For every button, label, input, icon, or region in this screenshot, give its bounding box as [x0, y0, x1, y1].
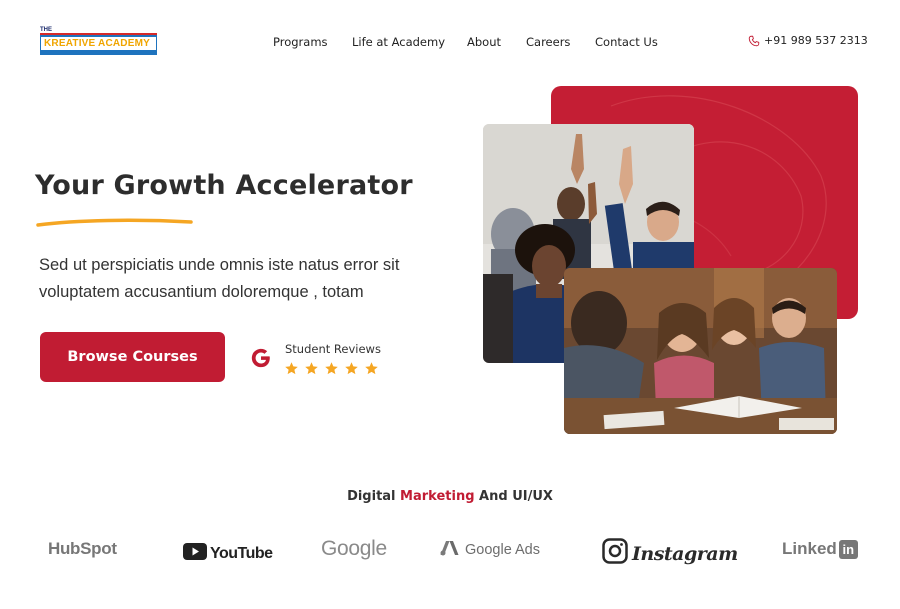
linkedin-logo: Linked in	[782, 539, 858, 559]
nav-item-careers[interactable]: Careers	[526, 35, 570, 49]
google-ads-logo-text: Google Ads	[465, 542, 540, 558]
google-logo-text: Google	[321, 537, 387, 560]
rating-stars	[284, 361, 379, 376]
linkedin-logo-text: Linked	[782, 539, 837, 558]
linkedin-in-icon: in	[838, 539, 858, 559]
youtube-logo: YouTube	[183, 543, 273, 565]
star-icon	[305, 362, 318, 375]
student-reviews-label: Student Reviews	[285, 342, 381, 356]
instagram-camera-icon	[602, 538, 628, 569]
youtube-logo-text: YouTube	[210, 545, 273, 562]
star-icon	[345, 362, 358, 375]
nav-item-contact-us[interactable]: Contact Us	[595, 35, 658, 49]
nav-item-programs[interactable]: Programs	[273, 35, 328, 49]
logo-banner: KREATIVE ACADEMY	[40, 33, 157, 55]
phone-link[interactable]: +91 989 537 2313	[748, 34, 868, 47]
nav-item-about[interactable]: About	[467, 35, 501, 49]
browse-courses-button[interactable]: Browse Courses	[40, 332, 225, 382]
nav-item-life-at-academy[interactable]: Life at Academy	[352, 35, 445, 49]
brands-heading: Digital Marketing And UI/UX	[0, 489, 900, 504]
brands-heading-accent: Marketing	[400, 489, 475, 504]
title-underline	[36, 218, 193, 227]
hubspot-logo-text: HubSpot	[48, 539, 117, 558]
brands-heading-prefix: Digital	[347, 489, 401, 504]
google-logo: Google	[321, 537, 387, 561]
instagram-logo: Instagram	[602, 538, 738, 569]
star-icon	[365, 362, 378, 375]
hero-title: Your Growth Accelerator	[35, 170, 413, 201]
star-icon	[285, 362, 298, 375]
google-g-icon	[251, 348, 270, 368]
brands-heading-suffix: And UI/UX	[474, 489, 553, 504]
instagram-logo-text: Instagram	[632, 542, 738, 565]
logo-main-text: KREATIVE ACADEMY	[44, 38, 150, 49]
google-ads-icon	[440, 540, 459, 560]
google-ads-logo: Google Ads	[440, 540, 540, 560]
phone-icon	[748, 35, 760, 47]
hero-description: Sed ut perspiciatis unde omnis iste natu…	[39, 256, 400, 301]
youtube-play-icon	[183, 543, 207, 565]
hubspot-logo: HubSpot	[48, 539, 117, 559]
star-icon	[325, 362, 338, 375]
phone-number: +91 989 537 2313	[764, 34, 868, 47]
students-studying-photo	[564, 268, 837, 434]
site-logo[interactable]: THE KREATIVE ACADEMY	[40, 27, 157, 57]
